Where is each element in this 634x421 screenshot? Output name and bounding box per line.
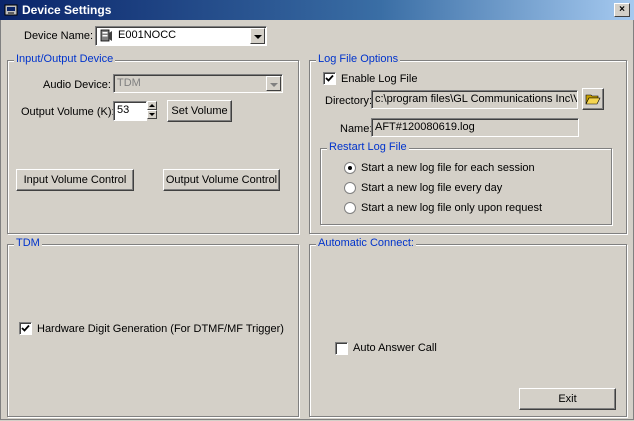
check-icon <box>325 74 334 82</box>
log-legend: Log File Options <box>316 53 401 65</box>
radio-every-day-label: Start a new log file every day <box>361 182 503 194</box>
io-legend: Input/Output Device <box>14 53 116 65</box>
auto-answer-checkbox[interactable] <box>335 342 348 355</box>
radio-each-session[interactable] <box>344 162 356 174</box>
browse-folder-button[interactable] <box>582 88 604 110</box>
log-name-field[interactable]: AFT#120080619.log <box>371 118 579 137</box>
audio-device-value: TDM <box>117 77 141 89</box>
output-volume-control-button[interactable]: Output Volume Control <box>163 169 280 191</box>
auto-connect-legend: Automatic Connect: <box>316 237 416 249</box>
audio-device-select[interactable]: TDM <box>113 74 283 93</box>
chevron-down-icon[interactable] <box>266 76 281 91</box>
radio-each-session-label: Start a new log file for each session <box>361 162 535 174</box>
directory-field[interactable]: c:\program files\GL Communications Inc\V <box>371 90 578 109</box>
check-icon <box>21 324 30 332</box>
app-icon <box>4 4 18 16</box>
enable-log-checkbox[interactable] <box>323 72 336 85</box>
hw-digit-label: Hardware Digit Generation (For DTMF/MF T… <box>37 323 284 335</box>
close-button[interactable]: × <box>614 3 630 17</box>
hw-digit-checkbox[interactable] <box>19 322 32 335</box>
window-title: Device Settings <box>22 3 112 17</box>
output-volume-value: 53 <box>117 104 130 116</box>
volume-spinner[interactable] <box>147 101 157 121</box>
device-name-label: Device Name: <box>24 30 94 42</box>
spin-down-icon[interactable] <box>147 110 157 119</box>
log-name-value: AFT#120080619.log <box>375 121 475 133</box>
radio-upon-request[interactable] <box>344 202 356 214</box>
title-bar: Device Settings × <box>0 0 634 20</box>
device-name-select[interactable]: E001NOCC <box>95 26 267 46</box>
radio-upon-request-label: Start a new log file only upon request <box>361 202 543 214</box>
input-volume-control-button[interactable]: Input Volume Control <box>16 169 134 191</box>
tdm-legend: TDM <box>14 237 42 249</box>
spin-up-icon[interactable] <box>147 101 157 110</box>
radio-every-day[interactable] <box>344 182 356 194</box>
directory-label: Directory: <box>325 95 373 107</box>
enable-log-label: Enable Log File <box>341 73 418 85</box>
device-name-value: E001NOCC <box>118 29 177 41</box>
audio-device-label: Audio Device: <box>43 79 111 91</box>
name-label: Name: <box>340 123 373 135</box>
folder-open-icon <box>585 94 601 105</box>
exit-button[interactable]: Exit <box>519 388 616 410</box>
chevron-down-icon[interactable] <box>250 28 265 44</box>
restart-legend: Restart Log File <box>327 141 409 153</box>
output-volume-input[interactable]: 53 <box>113 101 147 121</box>
device-icon <box>100 29 112 42</box>
set-volume-button[interactable]: Set Volume <box>167 100 232 122</box>
directory-value: c:\program files\GL Communications Inc\V <box>375 93 578 105</box>
auto-answer-label: Auto Answer Call <box>353 342 437 354</box>
output-volume-label: Output Volume (K): <box>21 106 115 118</box>
